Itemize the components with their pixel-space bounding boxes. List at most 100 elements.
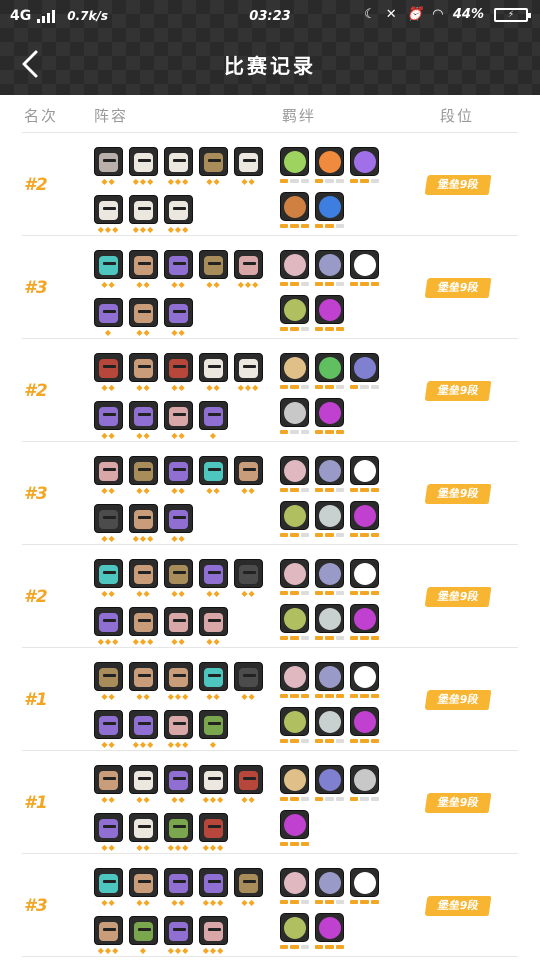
star-level: ◆◆◆ — [202, 795, 225, 804]
demon-face-icon — [315, 295, 344, 324]
synergy-level-bar — [350, 591, 379, 595]
hero-portrait-icon — [164, 353, 193, 382]
synergy — [280, 662, 309, 698]
match-row[interactable]: #1 ◆◆ ◆◆ ◆◆ ◆◆◆ ◆◆ ◆◆ ◆◆ ◆◆◆ ◆◆◆ 堡垒9段 — [22, 751, 518, 854]
tier-badge: 堡垒9段 — [424, 381, 492, 401]
match-row[interactable]: #2 ◆◆ ◆◆ ◆◆ ◆◆ ◆◆◆ ◆◆ ◆◆ ◆◆ ◆ 堡垒9段 — [22, 339, 518, 442]
match-row[interactable]: #3 ◆◆ ◆◆ ◆◆ ◆◆ ◆◆ ◆◆ ◆◆◆ ◆◆ 堡垒9段 — [22, 442, 518, 545]
star-level: ◆◆◆ — [202, 946, 225, 955]
star-level: ◆◆ — [136, 383, 151, 392]
cave-icon — [280, 913, 309, 942]
rank-label: #3 — [24, 278, 48, 298]
unit: ◆ — [129, 916, 158, 955]
star-level: ◆◆◆ — [132, 637, 155, 646]
unit: ◆◆◆ — [199, 813, 228, 852]
star-level: ◆ — [139, 946, 148, 955]
synergy — [315, 192, 344, 228]
star-level: ◆◆◆ — [97, 946, 120, 955]
synergy — [280, 868, 309, 904]
star-level: ◆◆ — [101, 898, 116, 907]
match-list: #2 ◆◆ ◆◆◆ ◆◆◆ ◆◆ ◆◆ ◆◆◆ ◆◆◆ ◆◆◆ 堡垒9段 #3 ◆◆ ◆◆ ◆◆ ◆◆ ◆◆◆… — [22, 133, 518, 957]
hero-portrait-icon — [164, 250, 193, 279]
synergy-level-bar — [350, 488, 379, 492]
synergy — [280, 810, 309, 846]
hero-portrait-icon — [129, 298, 158, 327]
unit: ◆◆ — [94, 353, 123, 392]
star-level: ◆◆ — [101, 740, 116, 749]
synergy — [315, 765, 344, 801]
synergy — [350, 707, 379, 743]
star-level: ◆◆◆ — [132, 177, 155, 186]
unit: ◆◆ — [94, 147, 123, 186]
synergy — [350, 353, 379, 389]
star-level: ◆◆◆ — [167, 177, 190, 186]
unit: ◆ — [199, 401, 228, 440]
synergy-list — [280, 662, 384, 743]
match-row[interactable]: #1 ◆◆ ◆◆ ◆◆◆ ◆◆ ◆◆ ◆◆ ◆◆◆ ◆◆◆ ◆ 堡垒9段 — [22, 648, 518, 751]
battery-percent: 44% — [452, 7, 484, 22]
hero-portrait-icon — [199, 401, 228, 430]
unit: ◆◆◆ — [164, 813, 193, 852]
hero-portrait-icon — [129, 607, 158, 636]
column-headers: 名次 阵容 羁绊 段位 — [22, 95, 518, 133]
unit: ◆◆ — [164, 504, 193, 543]
synergy — [280, 398, 309, 434]
synergy-list — [280, 250, 384, 331]
hero-portrait-icon — [129, 195, 158, 224]
tier-badge: 堡垒9段 — [424, 278, 492, 298]
hero-portrait-icon — [199, 662, 228, 691]
synergy-level-bar — [315, 282, 344, 286]
unit: ◆◆ — [94, 401, 123, 440]
synergy — [280, 456, 309, 492]
hero-portrait-icon — [164, 559, 193, 588]
hero-portrait-icon — [129, 401, 158, 430]
synergy — [350, 559, 379, 595]
moon-icon — [350, 147, 379, 176]
match-row[interactable]: #3 ◆◆ ◆◆ ◆◆ ◆◆◆ ◆◆ ◆◆◆ ◆ ◆◆◆ ◆◆◆ 堡垒9段 — [22, 854, 518, 957]
top-bar: 4G 0.7k/s 03:23 ☾ ✕ ⏰ ◠ 44% ⚡ 比赛记录 — [0, 0, 540, 95]
synergy-level-bar — [315, 488, 344, 492]
synergy-level-bar — [280, 842, 309, 846]
unit: ◆◆ — [129, 662, 158, 701]
hero-portrait-icon — [129, 710, 158, 739]
mech-icon — [315, 456, 344, 485]
unit: ◆◆ — [129, 456, 158, 495]
match-row[interactable]: #2 ◆◆ ◆◆ ◆◆ ◆◆ ◆◆ ◆◆◆ ◆◆◆ ◆◆ ◆◆ 堡垒9段 — [22, 545, 518, 648]
star-level: ◆◆ — [101, 843, 116, 852]
match-row[interactable]: #2 ◆◆ ◆◆◆ ◆◆◆ ◆◆ ◆◆ ◆◆◆ ◆◆◆ ◆◆◆ 堡垒9段 — [22, 133, 518, 236]
skull-icon — [315, 604, 344, 633]
axe-icon — [280, 765, 309, 794]
synergy-level-bar — [280, 900, 309, 904]
unit: ◆◆ — [129, 401, 158, 440]
rank-label: #2 — [24, 175, 48, 195]
match-row[interactable]: #3 ◆◆ ◆◆ ◆◆ ◆◆ ◆◆◆ ◆ ◆◆ ◆◆ 堡垒9段 — [22, 236, 518, 339]
hero-portrait-icon — [199, 868, 228, 897]
synergy — [280, 707, 309, 743]
star-level: ◆◆◆ — [237, 280, 260, 289]
synergy — [280, 192, 309, 228]
unit: ◆ — [199, 710, 228, 749]
unit: ◆◆ — [199, 456, 228, 495]
star-level: ◆◆ — [241, 795, 256, 804]
hero-portrait-icon — [164, 456, 193, 485]
synergy — [315, 250, 344, 286]
unit: ◆◆ — [164, 401, 193, 440]
skull-icon — [315, 707, 344, 736]
star-level: ◆◆ — [171, 534, 186, 543]
rank-label: #1 — [24, 690, 48, 710]
hero-portrait-icon — [129, 353, 158, 382]
unit: ◆◆◆ — [129, 504, 158, 543]
synergy-level-bar — [280, 945, 309, 949]
hero-portrait-icon — [234, 662, 263, 691]
synergy-list — [280, 353, 384, 434]
unit: ◆◆ — [199, 353, 228, 392]
synergy-level-bar — [315, 533, 344, 537]
synergy — [280, 353, 309, 389]
synergy-level-bar — [280, 282, 309, 286]
synergy-level-bar — [280, 636, 309, 640]
tier-badge: 堡垒9段 — [424, 896, 492, 916]
hero-portrait-icon — [129, 559, 158, 588]
status-bar: 4G 0.7k/s 03:23 ☾ ✕ ⏰ ◠ 44% ⚡ — [0, 0, 540, 34]
synergy-level-bar — [315, 591, 344, 595]
rank-label: #3 — [24, 896, 48, 916]
